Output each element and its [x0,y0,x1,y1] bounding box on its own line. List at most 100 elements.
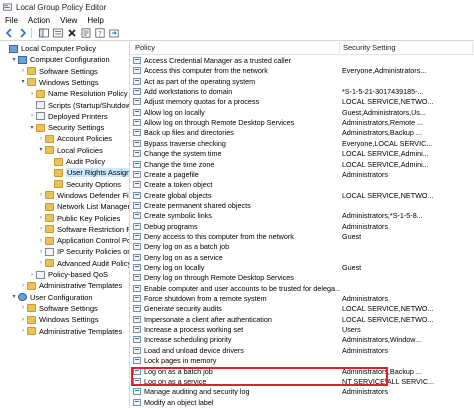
chevron-right-icon[interactable]: › [38,248,44,256]
show-hide-tree-icon[interactable] [38,28,49,39]
chevron-right-icon[interactable]: › [38,191,44,199]
tree-item[interactable]: › Administrative Templates [0,280,129,291]
chevron-down-icon[interactable]: ▾ [11,56,17,64]
policy-row[interactable]: Increase a process working set Users [130,325,474,334]
column-header-security-setting[interactable]: Security Setting [343,43,396,52]
policy-list[interactable]: Policy Security Setting Access Credentia… [130,41,474,408]
tree-item[interactable]: › Account Policies [0,133,129,144]
column-separator[interactable] [472,42,473,53]
tree-item[interactable]: ▾ Computer Configuration [0,54,129,65]
tree-item[interactable]: User Rights Assignme [0,167,129,178]
menu-file[interactable]: File [0,16,23,25]
navigation-tree[interactable]: Local Computer Policy ▾ Computer Configura… [0,41,130,408]
policy-row[interactable]: Create global objects LOCAL SERVICE,NETWO… [130,191,474,200]
policy-row[interactable]: Allow log on through Remote Desktop Serv… [130,118,474,127]
chevron-right-icon[interactable]: › [38,237,44,245]
policy-row[interactable]: Increase scheduling priority Administrato… [130,335,474,344]
tree-item[interactable]: › IP Security Policies on Lo [0,246,129,257]
tree-item[interactable]: › Name Resolution Policy [0,88,129,99]
policy-row[interactable]: Back up files and directories Administrat… [130,128,474,137]
tree-item[interactable]: › Administrative Templates [0,326,129,337]
policy-row[interactable]: Act as part of the operating system [130,77,474,86]
chevron-right-icon[interactable]: › [38,225,44,233]
tree-item[interactable]: › Windows Settings [0,314,129,325]
policy-icon [133,191,141,199]
policy-row[interactable]: Load and unload device drivers Administra… [130,346,474,355]
chevron-down-icon[interactable]: ▾ [38,146,44,154]
policy-row[interactable]: Manage auditing and security log Administ… [130,387,474,396]
chevron-right-icon[interactable]: › [20,304,26,312]
policy-row[interactable]: Log on as a batch job Administrators,Back… [130,367,474,376]
policy-row[interactable]: Create permanent shared objects [130,201,474,210]
policy-row[interactable]: Generate security audits LOCAL SERVICE,NE… [130,304,474,313]
tree-item[interactable]: ▾ Security Settings [0,122,129,133]
policy-row[interactable]: Deny access to this computer from the ne… [130,232,474,241]
tree-item[interactable]: › Windows Defender Firew [0,190,129,201]
policy-row[interactable]: Create a token object [130,180,474,189]
tree-item[interactable]: Local Computer Policy [0,43,129,54]
chevron-right-icon[interactable]: › [20,67,26,75]
chevron-right-icon[interactable]: › [38,259,44,267]
back-icon[interactable] [3,28,14,39]
tree-item[interactable]: › Advanced Audit Policy Co [0,258,129,269]
tree-item[interactable]: › Public Key Policies [0,213,129,224]
policy-row[interactable]: Lock pages in memory [130,356,474,365]
chevron-down-icon[interactable]: ▾ [20,78,26,86]
chevron-right-icon[interactable]: › [29,271,35,279]
forward-icon[interactable] [17,28,28,39]
tree-item[interactable]: Network List Manager Po [0,201,129,212]
chevron-down-icon[interactable]: ▾ [11,293,17,301]
list-icon[interactable] [52,28,63,39]
tree-item[interactable]: › Policy-based QoS [0,269,129,280]
policy-row[interactable]: Debug programs Administrators [130,222,474,231]
policy-row[interactable]: Force shutdown from a remote system Admin… [130,294,474,303]
policy-row[interactable]: Allow log on locally Guest,Administrators… [130,108,474,117]
delete-icon[interactable] [66,28,77,39]
tree-item[interactable]: › Application Control Polic [0,235,129,246]
policy-row[interactable]: Access this computer from the network Eve… [130,66,474,75]
policy-row[interactable]: Deny log on as a batch job [130,242,474,251]
tree-item[interactable]: › Software Settings [0,303,129,314]
policy-row[interactable]: Adjust memory quotas for a process LOCAL … [130,97,474,106]
chevron-right-icon[interactable]: › [20,282,26,290]
policy-row[interactable]: Change the system time LOCAL SERVICE,Admi… [130,149,474,158]
chevron-right-icon[interactable]: › [29,112,35,120]
chevron-right-icon[interactable]: › [20,316,26,324]
help-icon[interactable]: ? [94,28,105,39]
policy-row[interactable]: Bypass traverse checking Everyone,LOCAL S… [130,139,474,148]
policy-row[interactable]: Change the time zone LOCAL SERVICE,Admini… [130,160,474,169]
policy-row[interactable]: Log on as a service NT SERVICE\ALL SERVIC… [130,377,474,386]
chevron-right-icon[interactable]: › [38,135,44,143]
tree-item[interactable]: Security Options [0,179,129,190]
policy-row[interactable]: Create a pagefile Administrators [130,170,474,179]
policy-row[interactable]: Modify an object label [130,398,474,407]
chevron-right-icon[interactable]: › [38,214,44,222]
tree-item[interactable]: ▾ Local Policies [0,145,129,156]
tree-item[interactable]: › Software Settings [0,66,129,77]
column-separator[interactable] [339,42,340,53]
tree-item[interactable]: › Software Restriction Polic [0,224,129,235]
tree-item[interactable]: › Deployed Printers [0,111,129,122]
menu-view[interactable]: View [55,16,82,25]
tree-item[interactable]: Scripts (Startup/Shutdown) [0,100,129,111]
policy-name: Adjust memory quotas for a process [144,97,260,107]
export-icon[interactable] [108,28,119,39]
chevron-right-icon[interactable]: › [29,90,35,98]
tree-item[interactable]: Audit Policy [0,156,129,167]
chevron-right-icon[interactable]: › [20,327,26,335]
chevron-down-icon[interactable]: ▾ [29,124,35,132]
policy-row[interactable]: Impersonate a client after authenticatio… [130,315,474,324]
policy-row[interactable]: Deny log on through Remote Desktop Servi… [130,273,474,282]
policy-row[interactable]: Deny log on as a service [130,253,474,262]
policy-row[interactable]: Add workstations to domain *S-1-5-21-3017… [130,87,474,96]
tree-item[interactable]: ▾ Windows Settings [0,77,129,88]
policy-row[interactable]: Enable computer and user accounts to be … [130,284,474,293]
policy-row[interactable]: Access Credential Manager as a trusted c… [130,56,474,65]
menu-action[interactable]: Action [23,16,55,25]
column-header-policy[interactable]: Policy [135,43,155,52]
tree-item[interactable]: ▾ User Configuration [0,292,129,303]
policy-row[interactable]: Create symbolic links Administrators,*S-1… [130,211,474,220]
menu-help[interactable]: Help [82,16,108,25]
policy-row[interactable]: Deny log on locally Guest [130,263,474,272]
properties-icon[interactable] [80,28,91,39]
